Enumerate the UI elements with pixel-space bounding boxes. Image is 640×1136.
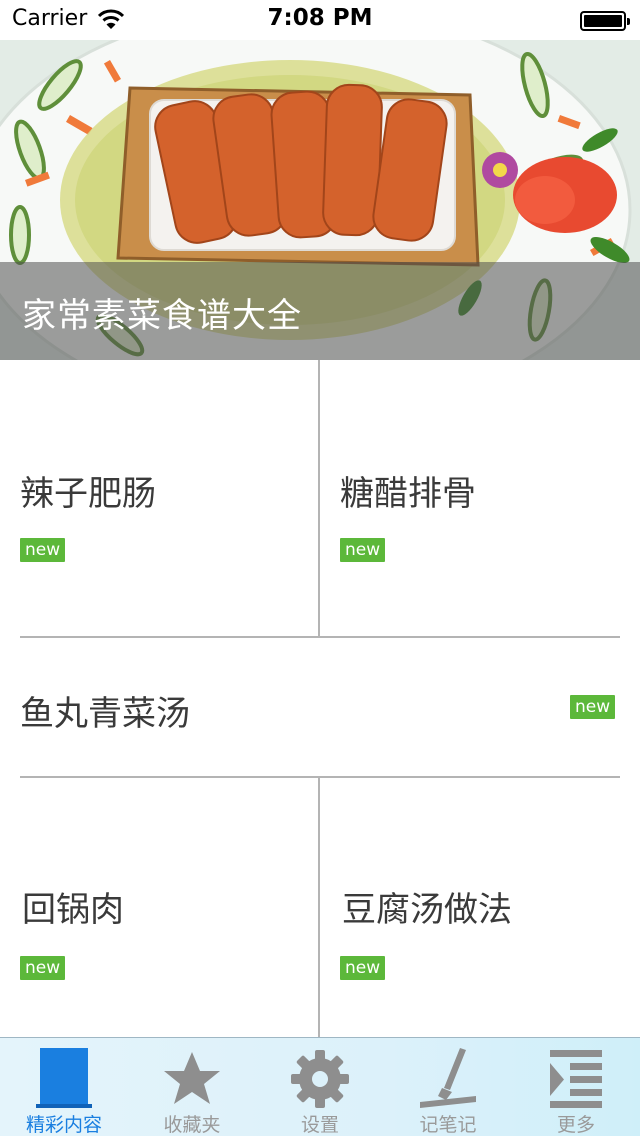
- tab-notes[interactable]: 记笔记: [384, 1038, 512, 1136]
- grid-divider: [318, 778, 320, 1037]
- tab-bar: 精彩内容 收藏夹 设置 记笔记 更多: [0, 1037, 640, 1136]
- new-badge: new: [340, 956, 386, 980]
- recipe-card-5[interactable]: 豆腐汤做法 new: [320, 778, 640, 1037]
- recipe-card-2[interactable]: 糖醋排骨 new: [320, 360, 640, 636]
- tab-label: 记笔记: [419, 1114, 477, 1136]
- more-list-icon: [550, 1050, 602, 1108]
- pen-icon: [420, 1048, 476, 1108]
- hero-caption-overlay: 家常素菜食谱大全: [0, 262, 640, 360]
- recipe-title: 辣子肥肠: [20, 474, 156, 514]
- tab-featured[interactable]: 精彩内容: [0, 1038, 128, 1136]
- star-icon: [164, 1052, 220, 1104]
- tab-favorites[interactable]: 收藏夹: [128, 1038, 256, 1136]
- gear-icon: [291, 1050, 349, 1108]
- recipe-title: 豆腐汤做法: [342, 890, 512, 930]
- tab-label: 收藏夹: [163, 1114, 221, 1136]
- battery-icon: [580, 11, 630, 31]
- recipe-card-4[interactable]: 回锅肉 new: [0, 778, 318, 1037]
- grid-divider: [318, 360, 320, 636]
- grid-divider: [20, 636, 620, 638]
- status-time: 7:08 PM: [267, 5, 373, 31]
- recipe-title: 回锅肉: [22, 890, 124, 930]
- featured-icon: [36, 1048, 92, 1108]
- status-bar: Carrier 7:08 PM: [0, 0, 640, 40]
- tab-label: 更多: [556, 1114, 595, 1136]
- new-badge: new: [340, 538, 386, 562]
- tab-more[interactable]: 更多: [512, 1038, 640, 1136]
- tab-label: 设置: [300, 1114, 339, 1136]
- recipe-grid: 辣子肥肠 new 糖醋排骨 new 鱼丸青菜汤 new 回锅肉 new 豆腐汤做…: [0, 360, 640, 1037]
- recipe-title: 糖醋排骨: [340, 474, 476, 514]
- new-badge: new: [570, 695, 616, 719]
- new-badge: new: [20, 538, 66, 562]
- tab-label: 精彩内容: [25, 1114, 102, 1136]
- recipe-card-3[interactable]: 鱼丸青菜汤 new: [0, 638, 640, 776]
- grid-divider: [20, 776, 620, 778]
- hero-title: 家常素菜食谱大全: [22, 296, 302, 336]
- new-badge: new: [20, 956, 66, 980]
- tab-settings[interactable]: 设置: [256, 1038, 384, 1136]
- recipe-card-1[interactable]: 辣子肥肠 new: [0, 360, 318, 636]
- hero-banner[interactable]: 家常素菜食谱大全: [0, 40, 640, 360]
- recipe-title: 鱼丸青菜汤: [20, 694, 190, 734]
